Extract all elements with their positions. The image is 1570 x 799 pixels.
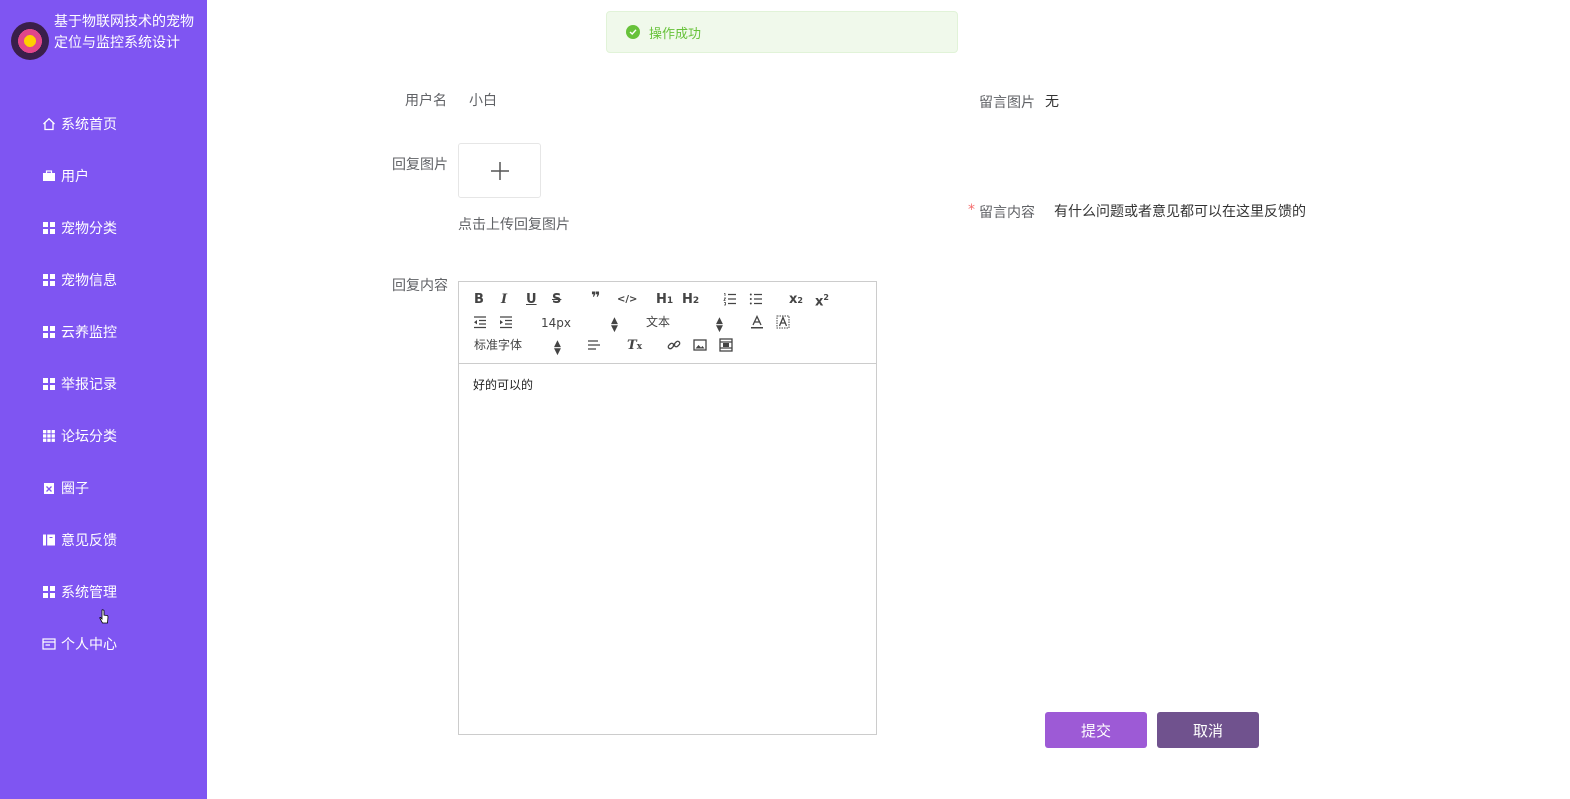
sidebar-item-system[interactable]: 系统管理 [42,566,202,618]
sidebar-item-feedback[interactable]: 意见反馈 [42,514,202,566]
sidebar-item-label: 云养监控 [61,325,117,341]
sidebar-item-label: 圈子 [61,481,89,497]
sidebar-item-label: 系统管理 [61,585,117,601]
sidebar-item-pet-category[interactable]: 宠物分类 [42,202,202,254]
clipboard-icon [42,481,56,495]
sidebar-item-cloud-monitor[interactable]: 云养监控 [42,306,202,358]
clear-format-icon[interactable]: Tx [627,338,642,355]
sidebar-item-label: 宠物分类 [61,221,117,237]
bold-icon[interactable]: B [474,292,484,308]
paragraph-caret-icon: ▲ ▼ [716,316,723,334]
sidebar-item-users[interactable]: 用户 [42,150,202,202]
sidebar-item-label: 意见反馈 [61,533,117,549]
editor-toolbar: B I U S ❞ </> H1 H2 x2 x2 14px ▲ ▼ 文本 ▲ ▼ [459,282,876,364]
sidebar-item-reports[interactable]: 举报记录 [42,358,202,410]
upload-hint: 点击上传回复图片 [458,217,570,233]
sidebar-item-forum-category[interactable]: 论坛分类 [42,410,202,462]
sidebar-item-label: 用户 [61,169,89,185]
font-color-icon[interactable] [750,314,764,334]
grid-icon [42,585,56,599]
sidebar-item-label: 个人中心 [61,637,117,653]
app-logo [11,22,49,60]
code-block-icon[interactable]: </> [617,292,637,308]
reply-image-label: 回复图片 [392,157,448,173]
message-content-value: 有什么问题或者意见都可以在这里反馈的 [1054,204,1306,220]
briefcase-icon [42,169,56,183]
font-size-caret-icon: ▲ ▼ [611,316,618,334]
id-card-icon [42,637,56,651]
sidebar-item-pet-info[interactable]: 宠物信息 [42,254,202,306]
align-icon[interactable] [587,338,601,357]
sidebar-item-circle[interactable]: 圈子 [42,462,202,514]
plus-icon [490,161,509,180]
submit-button[interactable]: 提交 [1045,712,1147,748]
h1-icon[interactable]: H1 [656,292,673,309]
underline-icon[interactable]: U [526,292,537,308]
ordered-list-icon[interactable] [723,292,737,311]
font-size-select[interactable]: 14px [541,315,571,331]
editor-content[interactable]: 好的可以的 [473,376,533,393]
font-family-select[interactable]: 标准字体 [474,337,522,353]
background-color-icon[interactable] [776,315,790,334]
video-icon[interactable] [719,338,733,357]
success-toast: 操作成功 [606,11,958,53]
username-value: 小白 [469,93,497,109]
h2-icon[interactable]: H2 [682,292,699,309]
sidebar-item-label: 论坛分类 [61,429,117,445]
subscript-icon[interactable]: x2 [789,292,803,309]
font-family-caret-icon: ▲ ▼ [554,339,561,357]
sidebar-item-label: 举报记录 [61,377,117,393]
username-label: 用户名 [405,93,447,109]
cancel-button[interactable]: 取消 [1157,712,1259,748]
grid-icon [42,221,56,235]
success-check-icon [626,25,640,39]
strikethrough-icon[interactable]: S [552,292,561,308]
reply-image-upload[interactable] [458,143,541,198]
outdent-icon[interactable] [473,315,487,334]
italic-icon[interactable]: I [501,292,507,308]
image-icon[interactable] [693,338,707,357]
sidebar-item-label: 宠物信息 [61,273,117,289]
mouse-cursor-icon [99,609,109,625]
required-asterisk: * [968,202,975,218]
indent-icon[interactable] [499,315,513,334]
grid-icon [42,377,56,391]
table-icon [42,429,56,443]
book-icon [42,533,56,547]
message-image-label: 留言图片 [979,95,1035,111]
sidebar: 基于物联网技术的宠物定位与监控系统设计 系统首页 用户 宠物分类 宠物信息 云养… [0,0,207,799]
message-image-value: 无 [1045,94,1059,110]
grid-icon [42,325,56,339]
toast-message: 操作成功 [649,26,702,42]
grid-icon [42,273,56,287]
home-icon [42,117,56,131]
sidebar-item-home[interactable]: 系统首页 [42,98,202,150]
message-content-label: 留言内容 [979,205,1035,221]
sidebar-item-label: 系统首页 [61,117,117,133]
app-title: 基于物联网技术的宠物定位与监控系统设计 [54,14,194,51]
reply-editor: B I U S ❞ </> H1 H2 x2 x2 14px ▲ ▼ 文本 ▲ ▼ [458,281,877,735]
link-icon[interactable] [667,338,681,357]
reply-content-label: 回复内容 [392,278,448,294]
superscript-icon[interactable]: x2 [815,290,829,310]
sidebar-item-profile[interactable]: 个人中心 [42,618,202,670]
bullet-list-icon[interactable] [749,292,763,311]
blockquote-icon[interactable]: ❞ [591,290,600,306]
paragraph-select[interactable]: 文本 [646,314,670,330]
